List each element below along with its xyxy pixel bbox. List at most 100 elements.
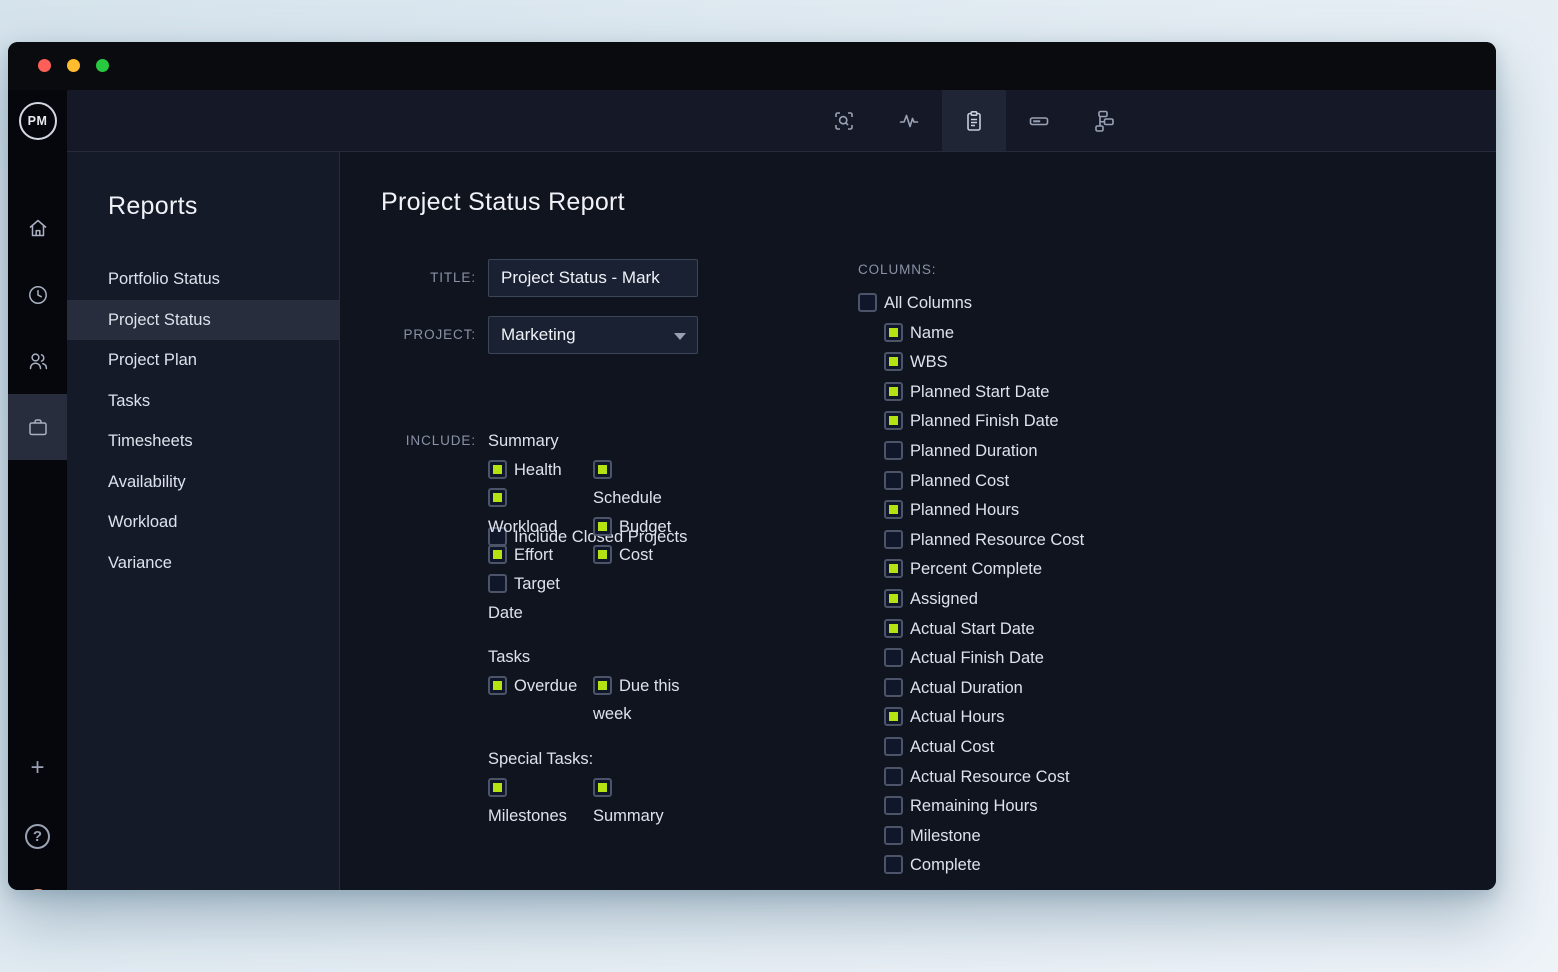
- checkbox[interactable]: [884, 559, 903, 578]
- checkbox[interactable]: [884, 441, 903, 460]
- report-list-item[interactable]: Workload: [67, 502, 339, 543]
- report-list-item[interactable]: Portfolio Status: [67, 259, 339, 300]
- report-list-item[interactable]: Project Status: [67, 300, 339, 341]
- checkbox[interactable]: [593, 676, 612, 695]
- plus-icon[interactable]: +: [8, 735, 67, 801]
- report-config-panel: Project Status Report TITLE: PROJECT: Ma…: [340, 152, 1496, 890]
- include-option[interactable]: Budget: [593, 513, 685, 542]
- include-option[interactable]: Target Date: [488, 570, 580, 627]
- column-option-row[interactable]: Actual Resource Cost: [884, 763, 1084, 793]
- checkbox[interactable]: [884, 619, 903, 638]
- all-columns-checkbox[interactable]: [858, 293, 877, 312]
- report-list-item[interactable]: Tasks: [67, 381, 339, 422]
- reports-sidebar: Reports Portfolio StatusProject StatusPr…: [67, 152, 340, 890]
- checkbox[interactable]: [488, 778, 507, 797]
- column-option-row[interactable]: Milestone: [884, 822, 1084, 852]
- close-window-button[interactable]: [38, 59, 51, 72]
- checkbox[interactable]: [884, 707, 903, 726]
- gantt-bar-icon[interactable]: [1007, 90, 1071, 151]
- column-option-row[interactable]: Assigned: [884, 585, 1084, 615]
- checkbox[interactable]: [884, 796, 903, 815]
- checkbox[interactable]: [884, 678, 903, 697]
- reports-list: Portfolio StatusProject StatusProject Pl…: [67, 259, 339, 583]
- column-option-row[interactable]: Actual Finish Date: [884, 644, 1084, 674]
- include-option[interactable]: Milestones: [488, 774, 580, 831]
- checkbox[interactable]: [884, 855, 903, 874]
- time-icon[interactable]: [8, 262, 67, 328]
- column-option-row[interactable]: Planned Hours: [884, 496, 1084, 526]
- report-list-item[interactable]: Project Plan: [67, 340, 339, 381]
- activity-pulse-icon: [897, 109, 921, 133]
- checkbox[interactable]: [884, 411, 903, 430]
- report-title-input[interactable]: [488, 259, 698, 297]
- column-option-row[interactable]: Actual Hours: [884, 703, 1084, 733]
- column-option-row[interactable]: Planned Duration: [884, 437, 1084, 467]
- checkbox[interactable]: [884, 471, 903, 490]
- columns-section-label: COLUMNS:: [858, 260, 1084, 280]
- title-field-label: TITLE:: [340, 259, 476, 297]
- workflow-icon[interactable]: [1072, 90, 1136, 151]
- column-option-row[interactable]: Name: [884, 319, 1084, 349]
- column-option-row[interactable]: Percent Complete: [884, 555, 1084, 585]
- search-zoom-icon[interactable]: [812, 90, 876, 151]
- column-option-row[interactable]: Complete: [884, 851, 1084, 881]
- checkbox[interactable]: [488, 488, 507, 507]
- checkbox[interactable]: [488, 574, 507, 593]
- all-columns-row[interactable]: All Columns: [858, 289, 1084, 319]
- help-icon[interactable]: ?: [8, 803, 67, 869]
- column-option-row[interactable]: WBS: [884, 348, 1084, 378]
- include-option[interactable]: Effort: [488, 541, 580, 570]
- column-option-row[interactable]: Planned Resource Cost: [884, 526, 1084, 556]
- checkbox[interactable]: [593, 545, 612, 564]
- include-option[interactable]: Workload: [488, 484, 580, 541]
- checkbox[interactable]: [593, 778, 612, 797]
- checkbox[interactable]: [884, 323, 903, 342]
- column-option-row[interactable]: Actual Duration: [884, 674, 1084, 704]
- activity-pulse-icon[interactable]: [877, 90, 941, 151]
- projects-briefcase-icon[interactable]: [8, 394, 67, 460]
- team-icon[interactable]: [8, 328, 67, 394]
- checkbox[interactable]: [593, 517, 612, 536]
- report-list-item[interactable]: Variance: [67, 543, 339, 584]
- checkbox[interactable]: [884, 382, 903, 401]
- include-option[interactable]: Due this week: [593, 672, 685, 729]
- include-option[interactable]: Health: [488, 456, 580, 485]
- checkbox[interactable]: [884, 530, 903, 549]
- checkbox[interactable]: [884, 648, 903, 667]
- checkbox[interactable]: [488, 460, 507, 479]
- report-list-item[interactable]: Timesheets: [67, 421, 339, 462]
- tasks-heading: Tasks: [488, 643, 718, 672]
- page-title: Project Status Report: [381, 188, 625, 217]
- checkbox[interactable]: [884, 826, 903, 845]
- checkbox[interactable]: [488, 545, 507, 564]
- column-option-row[interactable]: Actual Cost: [884, 733, 1084, 763]
- report-list-item[interactable]: Availability: [67, 462, 339, 503]
- checkbox[interactable]: [593, 460, 612, 479]
- column-option-row[interactable]: Actual Start Date: [884, 615, 1084, 645]
- include-section: Summary HealthWorkloadEffortTarget Date …: [488, 427, 718, 831]
- include-option[interactable]: Summary: [593, 774, 685, 831]
- checkbox[interactable]: [884, 767, 903, 786]
- maximize-window-button[interactable]: [96, 59, 109, 72]
- checkbox[interactable]: [884, 737, 903, 756]
- minimize-window-button[interactable]: [67, 59, 80, 72]
- chevron-down-icon: [674, 333, 686, 340]
- workflow-icon: [1092, 109, 1116, 133]
- checkbox[interactable]: [884, 500, 903, 519]
- columns-list: NameWBSPlanned Start DatePlanned Finish …: [858, 319, 1084, 881]
- checkbox[interactable]: [884, 589, 903, 608]
- column-option-row[interactable]: Planned Finish Date: [884, 407, 1084, 437]
- home-icon[interactable]: [8, 195, 67, 261]
- report-clipboard-icon[interactable]: [942, 90, 1006, 151]
- project-dropdown[interactable]: Marketing: [488, 316, 698, 354]
- checkbox[interactable]: [884, 352, 903, 371]
- checkbox[interactable]: [488, 676, 507, 695]
- column-option-row[interactable]: Planned Start Date: [884, 378, 1084, 408]
- include-option[interactable]: Schedule: [593, 456, 685, 513]
- column-option-row[interactable]: Remaining Hours: [884, 792, 1084, 822]
- columns-section: COLUMNS: All Columns NameWBSPlanned Star…: [858, 260, 1084, 881]
- include-option[interactable]: Overdue: [488, 672, 580, 701]
- column-option-row[interactable]: Planned Cost: [884, 467, 1084, 497]
- user-avatar[interactable]: [8, 870, 67, 890]
- include-option[interactable]: Cost: [593, 541, 685, 570]
